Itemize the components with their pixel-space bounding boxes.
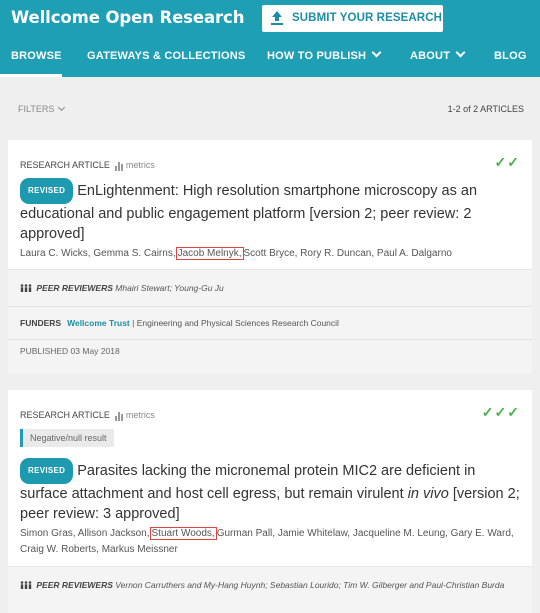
active-tab-indicator <box>0 74 62 77</box>
funders: FUNDERS Wellcome Trust | Engineering and … <box>20 318 339 328</box>
article-footer: PEER REVIEWERS Mhairi Stewart; Young-Gu … <box>8 269 532 374</box>
nav-blog-label: BLOG <box>494 50 527 62</box>
highlighted-author[interactable]: Jacob Melnyk, <box>175 247 244 260</box>
metrics-link[interactable]: metrics <box>126 160 155 170</box>
chevron-down-icon <box>371 47 382 58</box>
article-card: RESEARCH ARTICLE metrics ✓✓ REVISED EnLigh… <box>8 140 532 374</box>
peer-reviewers-label: PEER REVIEWERS <box>36 283 113 293</box>
divider <box>8 339 532 340</box>
metrics-icon <box>114 161 124 171</box>
article-type: RESEARCH ARTICLE metrics <box>20 410 155 421</box>
site-logo[interactable]: Wellcome Open Research <box>11 8 244 27</box>
nav-about[interactable]: ABOUT <box>410 47 466 62</box>
article-card: RESEARCH ARTICLE metrics ✓✓✓ Negative/nul… <box>8 390 532 613</box>
site-header: Wellcome Open Research SUBMIT YOUR RESEA… <box>0 0 540 77</box>
nav-browse-label: BROWSE <box>11 50 62 62</box>
authors-text: Scott Bryce, Rory R. Duncan, Paul A. Dal… <box>243 248 452 259</box>
nav-gateways-collections[interactable]: GATEWAYS & COLLECTIONS <box>87 50 245 62</box>
peer-reviewers: PEER REVIEWERS Mhairi Stewart; Young-Gu … <box>20 281 525 295</box>
nav-browse[interactable]: BROWSE <box>11 50 62 62</box>
peer-reviewers-label: PEER REVIEWERS <box>36 580 113 590</box>
funder-wellcome-trust[interactable]: Wellcome Trust <box>67 318 130 328</box>
approval-checkmarks: ✓✓ <box>494 154 520 170</box>
metrics-link[interactable]: metrics <box>126 410 155 420</box>
article-title-text: EnLightenment: High resolution smartphon… <box>20 183 478 242</box>
article-authors: Simon Gras, Allison Jackson, Stuart Woods… <box>20 526 525 558</box>
revised-badge: REVISED <box>20 458 74 484</box>
nav-about-label: ABOUT <box>410 50 451 62</box>
upload-icon <box>271 11 283 25</box>
peer-reviewers-names: Vernon Carruthers and My-Hang Huynh; Seb… <box>115 580 505 590</box>
article-type-label: RESEARCH ARTICLE <box>20 410 110 420</box>
submit-research-label: SUBMIT YOUR RESEARCH <box>292 12 443 24</box>
revised-badge: REVISED <box>20 178 74 204</box>
chevron-down-icon <box>58 103 66 112</box>
article-count: 1-2 of 2 ARTICLES <box>447 104 524 114</box>
article-authors: Laura C. Wicks, Gemma S. Cairns, Jacob Me… <box>20 246 525 262</box>
people-icon <box>20 284 32 292</box>
nav-blog[interactable]: BLOG <box>494 50 527 62</box>
authors-text: Laura C. Wicks, Gemma S. Cairns, <box>20 248 176 259</box>
article-type-label: RESEARCH ARTICLE <box>20 160 110 170</box>
funder-other: | Engineering and Physical Sciences Rese… <box>132 318 339 328</box>
article-type: RESEARCH ARTICLE metrics <box>20 160 155 171</box>
approval-checkmarks: ✓✓✓ <box>481 404 520 420</box>
peer-reviewers: PEER REVIEWERS Vernon Carruthers and My-… <box>20 578 525 592</box>
article-footer: PEER REVIEWERS Vernon Carruthers and My-… <box>8 566 532 613</box>
nav-how-to-publish[interactable]: HOW TO PUBLISH <box>267 47 382 62</box>
article-title[interactable]: REVISED EnLightenment: High resolution sm… <box>20 178 520 244</box>
nav-gateways-label: GATEWAYS & COLLECTIONS <box>87 50 246 62</box>
people-icon <box>20 581 32 589</box>
highlighted-author[interactable]: Stuart Woods, <box>149 527 217 540</box>
funders-label: FUNDERS <box>20 318 62 328</box>
filters-label: FILTERS <box>18 104 55 114</box>
article-title[interactable]: REVISED Parasites lacking the micronemal … <box>20 458 520 524</box>
published-date: PUBLISHED 03 May 2018 <box>20 346 120 356</box>
filters-toggle[interactable]: FILTERS <box>18 103 66 114</box>
chevron-down-icon <box>455 47 466 58</box>
divider <box>8 306 532 307</box>
peer-reviewers-names: Mhairi Stewart; Young-Gu Ju <box>115 283 224 293</box>
submit-research-button[interactable]: SUBMIT YOUR RESEARCH <box>262 5 443 32</box>
authors-text: Simon Gras, Allison Jackson, <box>20 528 150 539</box>
nav-how-to-publish-label: HOW TO PUBLISH <box>267 50 367 62</box>
article-title-italic: in vivo <box>407 486 449 502</box>
negative-null-result-tag: Negative/null result <box>20 429 114 447</box>
metrics-icon <box>114 411 124 421</box>
